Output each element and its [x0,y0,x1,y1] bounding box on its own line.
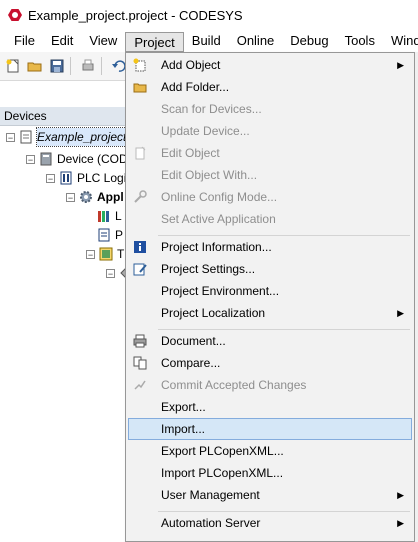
menu-item-scan-devices[interactable]: Scan for Devices... [128,98,412,120]
menu-view[interactable]: View [81,31,125,51]
menu-item-export-plcopenxml[interactable]: Export PLCopenXML... [128,440,412,462]
commit-icon [134,380,146,390]
save-icon[interactable] [48,57,66,75]
tree-item-application[interactable]: − Appl [66,188,124,206]
collapse-icon[interactable]: − [106,268,115,278]
project-icon [20,130,32,144]
title-bar: Example_project.project - CODESYS [0,0,418,30]
compare-icon [133,356,147,370]
open-folder-icon[interactable] [26,57,44,75]
submenu-arrow-icon: ▶ [397,60,404,70]
menu-file[interactable]: File [6,31,43,51]
collapse-icon[interactable]: − [46,173,55,183]
tree-item-label: Example_project [35,127,130,147]
device-icon [40,152,52,166]
tree-item-label: Device (CODE [57,152,136,166]
menu-item-user-management[interactable]: User Management ▶ [128,484,412,506]
collapse-icon[interactable]: − [6,132,15,142]
submenu-arrow-icon: ▶ [397,518,404,528]
print-icon[interactable] [79,57,97,75]
tree-item-label: L [115,209,122,223]
tree-item-plc-prg[interactable]: P [97,226,123,244]
window-title: Example_project.project - CODESYS [28,7,243,23]
menu-item-project-localization[interactable]: Project Localization ▶ [128,302,412,324]
menu-debug[interactable]: Debug [282,31,336,51]
toolbar-separator [101,57,102,75]
library-icon [98,211,109,222]
menu-item-edit-object-with[interactable]: Edit Object With... [128,164,412,186]
tools-icon [134,190,147,203]
tree-item-label: T [117,247,125,261]
menu-edit[interactable]: Edit [43,31,81,51]
tree-item-label: P [115,228,124,242]
menu-window[interactable]: Wind [383,31,418,51]
plc-logic-icon [60,171,72,185]
menu-item-project-settings[interactable]: Project Settings... [128,258,412,280]
collapse-icon[interactable]: − [66,192,75,202]
toolbar-separator [70,57,71,75]
tree-item-device[interactable]: − Device (CODE [26,150,136,168]
codesys-logo-icon [8,8,22,22]
menu-item-commit-accepted-changes[interactable]: Commit Accepted Changes [128,374,412,396]
menu-item-document[interactable]: Document... [128,330,412,352]
program-icon [98,228,110,242]
menu-bar: File Edit View Project Build Online Debu… [0,30,418,52]
settings-icon [133,263,147,276]
menu-item-import-plcopenxml[interactable]: Import PLCopenXML... [128,462,412,484]
tree-item-library-manager[interactable]: L [97,207,122,225]
devices-panel-header: Devices [0,107,134,126]
menu-project[interactable]: Project [125,31,184,52]
collapse-icon[interactable]: − [26,154,35,164]
menu-item-edit-object[interactable]: Edit Object [128,142,412,164]
menu-item-add-folder[interactable]: Add Folder... [128,76,412,98]
menu-item-add-object[interactable]: Add Object ▶ [128,54,412,76]
info-icon [134,241,146,253]
menu-item-project-environment[interactable]: Project Environment... [128,280,412,302]
new-file-icon[interactable] [4,57,22,75]
tree-item-label: Appl [97,190,124,204]
menu-item-project-information[interactable]: Project Information... [128,236,412,258]
printer-icon [133,334,147,348]
menu-item-set-active-application[interactable]: Set Active Application [128,208,412,230]
project-menu: Add Object ▶ Add Folder... Scan for Devi… [125,52,415,542]
menu-online[interactable]: Online [229,31,283,51]
collapse-icon[interactable]: − [86,249,95,259]
folder-icon [133,83,147,93]
menu-item-update-device[interactable]: Update Device... [128,120,412,142]
tree-item-project[interactable]: − Example_project [6,127,130,147]
menu-item-online-config-mode[interactable]: Online Config Mode... [128,186,412,208]
menu-build[interactable]: Build [184,31,229,51]
menu-item-compare[interactable]: Compare... [128,352,412,374]
gear-icon [80,191,92,203]
add-object-icon [133,58,146,72]
task-config-icon [99,247,113,261]
menu-item-automation-server[interactable]: Automation Server ▶ [128,512,412,534]
submenu-arrow-icon: ▶ [397,490,404,500]
menu-item-import[interactable]: Import... [128,418,412,440]
menu-tools[interactable]: Tools [337,31,383,51]
submenu-arrow-icon: ▶ [397,308,404,318]
tree-item-task-config[interactable]: − T [86,245,124,263]
tree-item-plc-logic[interactable]: − PLC Logic [46,169,132,187]
edit-object-icon [135,146,146,160]
menu-item-export[interactable]: Export... [128,396,412,418]
